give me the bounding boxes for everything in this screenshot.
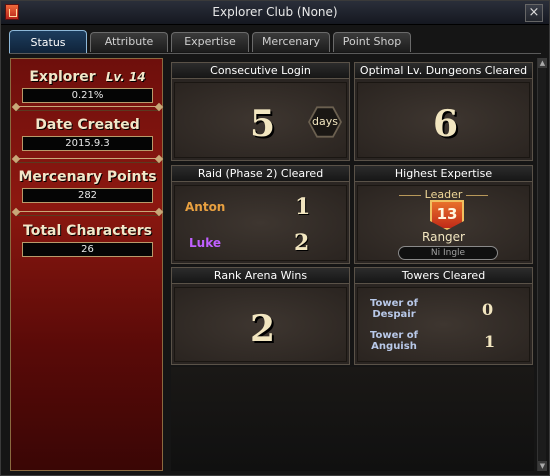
consecutive-login-value: 5 — [250, 103, 276, 145]
card-title: Optimal Lv. Dungeons Cleared — [355, 63, 532, 79]
section-divider — [15, 106, 160, 111]
explorer-progress-value: 0.21% — [22, 88, 153, 103]
section-divider — [15, 158, 160, 163]
card-title: Rank Arena Wins — [172, 268, 349, 284]
close-button[interactable]: × — [525, 4, 543, 22]
scroll-up-arrow-icon[interactable]: ▲ — [538, 58, 547, 68]
title-bar[interactable]: Explorer Club (None) × — [1, 1, 549, 25]
date-created-section: Date Created 2015.9.3 — [11, 117, 164, 151]
tab-point-shop[interactable]: Point Shop — [333, 32, 411, 52]
vertical-scrollbar[interactable]: ▲ ▼ — [537, 58, 547, 471]
raid-cleared-card: Raid (Phase 2) Cleared Anton 1 Luke 2 — [171, 165, 350, 264]
card-title: Highest Expertise — [355, 166, 532, 182]
expertise-level-shield: 13 — [430, 200, 464, 230]
card-title: Raid (Phase 2) Cleared — [172, 166, 349, 182]
highest-expertise-card: Highest Expertise Leader 13 Ranger Ni In… — [354, 165, 533, 264]
raid-row-value: 1 — [295, 194, 311, 220]
character-name: Ni Ingle — [398, 246, 498, 260]
total-characters-label: Total Characters — [23, 223, 152, 239]
optimal-dungeons-value: 6 — [433, 103, 459, 145]
raid-row-name: Anton — [185, 200, 226, 214]
left-summary-panel: Explorer Lv. 14 0.21% Date Created 2015.9… — [10, 58, 163, 471]
scroll-down-arrow-icon[interactable]: ▼ — [538, 461, 547, 471]
total-characters-section: Total Characters 26 — [11, 223, 164, 257]
explorer-label: Explorer — [29, 69, 96, 85]
optimal-dungeons-card: Optimal Lv. Dungeons Cleared 6 — [354, 62, 533, 161]
days-unit-label: days — [310, 108, 340, 136]
window-title: Explorer Club (None) — [212, 5, 338, 19]
consecutive-login-card: Consecutive Login 5 days — [171, 62, 350, 161]
date-created-label: Date Created — [35, 117, 140, 133]
tab-status[interactable]: Status — [9, 30, 87, 54]
card-title: Towers Cleared — [355, 268, 532, 284]
tab-expertise[interactable]: Expertise — [171, 32, 249, 52]
date-created-value: 2015.9.3 — [22, 136, 153, 151]
mercenary-points-value: 282 — [22, 188, 153, 203]
total-characters-value: 26 — [22, 242, 153, 257]
mercenary-points-section: Mercenary Points 282 — [11, 169, 164, 203]
tower-value: 0 — [482, 300, 494, 319]
days-badge: days — [308, 106, 342, 138]
raid-row-value: 2 — [294, 230, 310, 256]
rank-arena-value: 2 — [250, 308, 276, 350]
section-divider — [15, 211, 160, 216]
tab-underline — [9, 53, 541, 54]
rank-arena-card: Rank Arena Wins 2 — [171, 267, 350, 365]
tab-mercenary[interactable]: Mercenary — [252, 32, 330, 52]
explorer-section: Explorer Lv. 14 0.21% — [11, 69, 164, 103]
card-title: Consecutive Login — [172, 63, 349, 79]
tower-name: Tower of Anguish — [369, 330, 419, 352]
expertise-class: Ranger — [422, 230, 465, 244]
explorer-club-window: Explorer Club (None) × Status Attribute … — [0, 0, 550, 476]
tower-value: 1 — [484, 332, 496, 351]
explorer-level: Lv. 14 — [105, 70, 146, 84]
mercenary-points-label: Mercenary Points — [18, 169, 157, 185]
towers-cleared-card: Towers Cleared Tower of Despair 0 Tower … — [354, 267, 533, 365]
expertise-rank: Leader — [358, 188, 529, 201]
tower-name: Tower of Despair — [369, 298, 419, 320]
empty-content-area — [171, 367, 534, 471]
raid-row-name: Luke — [189, 236, 221, 250]
tab-attribute[interactable]: Attribute — [90, 32, 168, 52]
